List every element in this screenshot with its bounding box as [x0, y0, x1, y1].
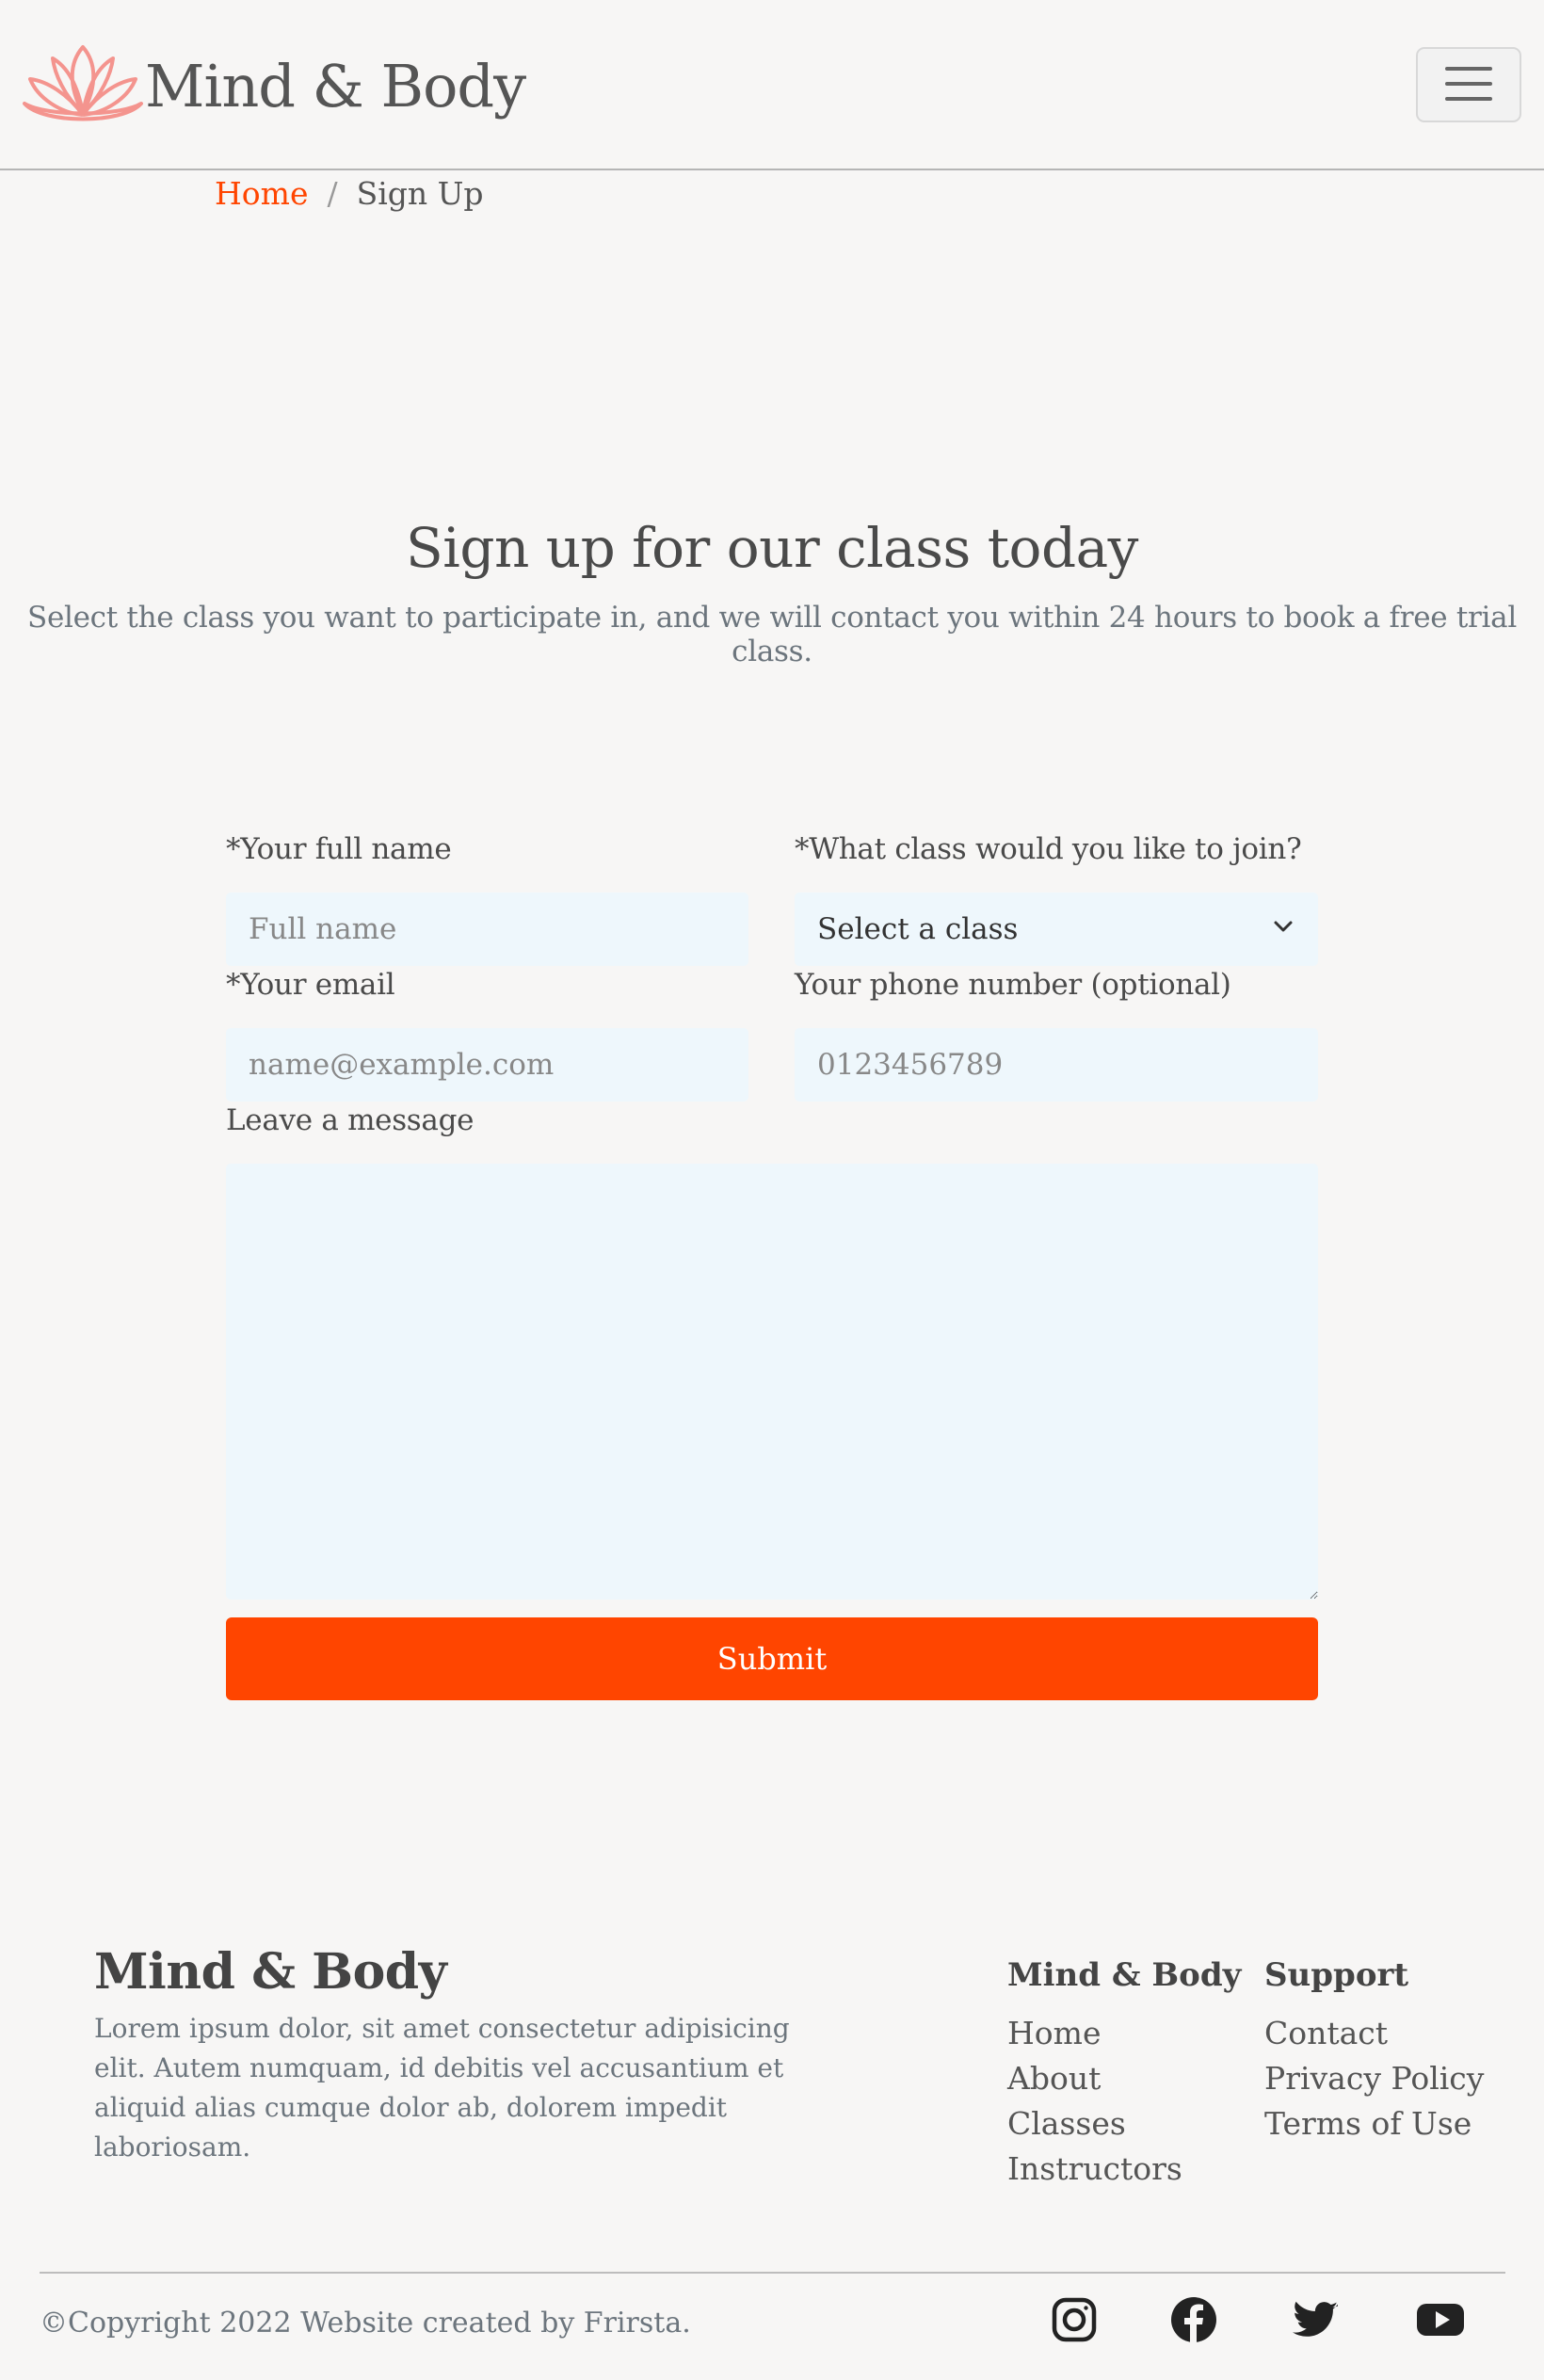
- message-label: Leave a message: [226, 1103, 474, 1137]
- footer-link-about[interactable]: About: [1007, 2056, 1241, 2101]
- submit-button[interactable]: Submit: [226, 1617, 1318, 1700]
- breadcrumb-home-link[interactable]: Home: [215, 175, 308, 212]
- breadcrumb: Home / Sign Up: [215, 175, 484, 212]
- footer-column-site: Mind & Body Home About Classes Instructo…: [1007, 1956, 1241, 2192]
- copyright-text: ©Copyright 2022 Website created by Frirs…: [40, 2307, 691, 2340]
- class-label: *What class would you like to join?: [795, 832, 1302, 866]
- footer-link-instructors[interactable]: Instructors: [1007, 2147, 1241, 2192]
- menu-toggle-button[interactable]: [1416, 47, 1521, 122]
- footer-link-contact[interactable]: Contact: [1264, 2011, 1484, 2056]
- footer-link-terms[interactable]: Terms of Use: [1264, 2101, 1484, 2147]
- hamburger-icon: [1443, 63, 1494, 107]
- brand-name: Mind & Body: [145, 52, 526, 121]
- twitter-icon[interactable]: [1291, 2295, 1340, 2344]
- footer-column-title: Support: [1264, 1956, 1409, 1994]
- footer-link-home[interactable]: Home: [1007, 2011, 1241, 2056]
- message-textarea[interactable]: [226, 1164, 1318, 1600]
- class-select-value: Select a class: [817, 912, 1019, 946]
- footer-link-classes[interactable]: Classes: [1007, 2101, 1241, 2147]
- footer-column-support: Support Contact Privacy Policy Terms of …: [1264, 1956, 1484, 2147]
- facebook-icon[interactable]: [1169, 2295, 1218, 2344]
- full-name-input[interactable]: [226, 892, 748, 966]
- class-select[interactable]: Select a class: [795, 892, 1318, 966]
- lotus-logo-icon: [21, 41, 145, 132]
- phone-label: Your phone number (optional): [795, 968, 1231, 1002]
- phone-input[interactable]: [795, 1028, 1318, 1102]
- footer-description: Lorem ipsum dolor, sit amet consectetur …: [94, 2013, 790, 2163]
- instagram-icon[interactable]: [1050, 2295, 1099, 2344]
- email-label: *Your email: [226, 968, 395, 1002]
- page-subtitle: Select the class you want to participate…: [27, 601, 1517, 668]
- footer-link-privacy[interactable]: Privacy Policy: [1264, 2056, 1484, 2101]
- page-title: Sign up for our class today: [406, 516, 1138, 580]
- footer-brand: Mind & Body: [94, 1943, 447, 2001]
- chevron-down-icon: [1271, 912, 1295, 946]
- youtube-icon[interactable]: [1416, 2295, 1465, 2344]
- footer-column-title: Mind & Body: [1007, 1956, 1242, 1994]
- navbar: Mind & Body: [0, 0, 1544, 170]
- breadcrumb-separator: /: [327, 175, 338, 212]
- breadcrumb-current: Sign Up: [356, 175, 484, 212]
- full-name-label: *Your full name: [226, 832, 452, 866]
- brand-link[interactable]: Mind & Body: [21, 41, 526, 132]
- email-input[interactable]: [226, 1028, 748, 1102]
- footer-divider: [40, 2272, 1505, 2274]
